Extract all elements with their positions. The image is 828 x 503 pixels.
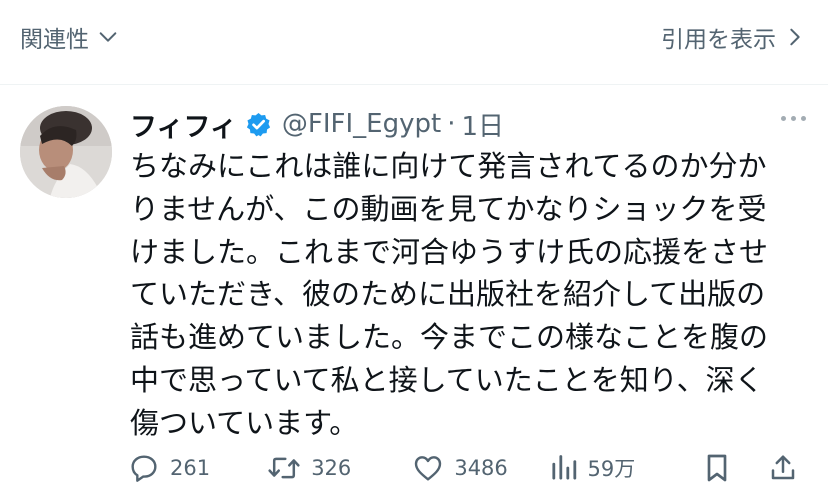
- reply-button[interactable]: 261: [128, 452, 267, 484]
- tweet-header: フィフィ @FIFI_Egypt · 1日: [130, 102, 820, 146]
- views-button[interactable]: 59万: [550, 452, 703, 484]
- divider: [0, 84, 828, 85]
- separator-dot: ·: [447, 109, 456, 139]
- share-icon: [771, 455, 795, 480]
- views-count: 59万: [587, 457, 636, 481]
- bookmark-icon: [707, 454, 726, 482]
- chevron-right-icon: [790, 28, 800, 46]
- view-quotes-link[interactable]: 引用を表示: [661, 20, 806, 54]
- retweet-icon: [268, 457, 300, 479]
- reply-icon: [131, 455, 157, 482]
- more-options-button[interactable]: [781, 108, 806, 129]
- tweet-text-line: ていただき、彼のために出版社を紹介して出版の: [130, 277, 766, 312]
- like-count: 3486: [454, 456, 508, 480]
- verified-badge-icon: [245, 111, 272, 138]
- avatar-portrait-icon: [20, 106, 112, 198]
- retweet-count: 326: [311, 456, 352, 480]
- avatar[interactable]: [20, 106, 112, 198]
- tweet-text-line: 話も進めていました。今までこの様なことを腹の: [130, 320, 769, 355]
- like-button[interactable]: 3486: [412, 452, 549, 484]
- tweet-text-line: ちなみにこれは誰に向けて発言されてるのか分か: [130, 149, 767, 183]
- tweet-topbar: 関連性 引用を表示: [0, 0, 828, 74]
- relevance-dropdown[interactable]: 関連性: [20, 20, 119, 54]
- tweet-timestamp[interactable]: 1日: [461, 106, 504, 143]
- tweet-text-line: 傷ついています。: [130, 405, 359, 440]
- more-dot: [791, 116, 796, 121]
- tweet-actions: 261 326 3486 59万: [128, 446, 808, 490]
- more-dot: [801, 116, 806, 121]
- display-name[interactable]: フィフィ: [130, 105, 237, 144]
- more-dot: [781, 116, 786, 121]
- share-button[interactable]: [768, 452, 808, 484]
- bookmark-button[interactable]: [703, 452, 769, 484]
- heart-icon: [415, 456, 442, 481]
- reply-count: 261: [170, 456, 211, 480]
- views-icon: [551, 455, 576, 480]
- relevance-label: 関連性: [20, 27, 89, 53]
- tweet-text-line: けました。これまで河合ゆうすけ氏の応援をさせ: [130, 234, 769, 269]
- retweet-button[interactable]: 326: [267, 452, 412, 484]
- view-quotes-label: 引用を表示: [661, 27, 776, 53]
- tweet-text: ちなみにこれは誰に向けて発言されてるのか分か りませんが、この動画を見てかなりシ…: [130, 145, 798, 445]
- chevron-down-icon: [99, 32, 117, 42]
- user-handle[interactable]: @FIFI_Egypt: [282, 109, 441, 139]
- tweet-text-line: りませんが、この動画を見てかなりショックを受: [130, 191, 767, 226]
- tweet-text-line: 中で思っていて私と接していたことを知り、深く: [130, 362, 764, 397]
